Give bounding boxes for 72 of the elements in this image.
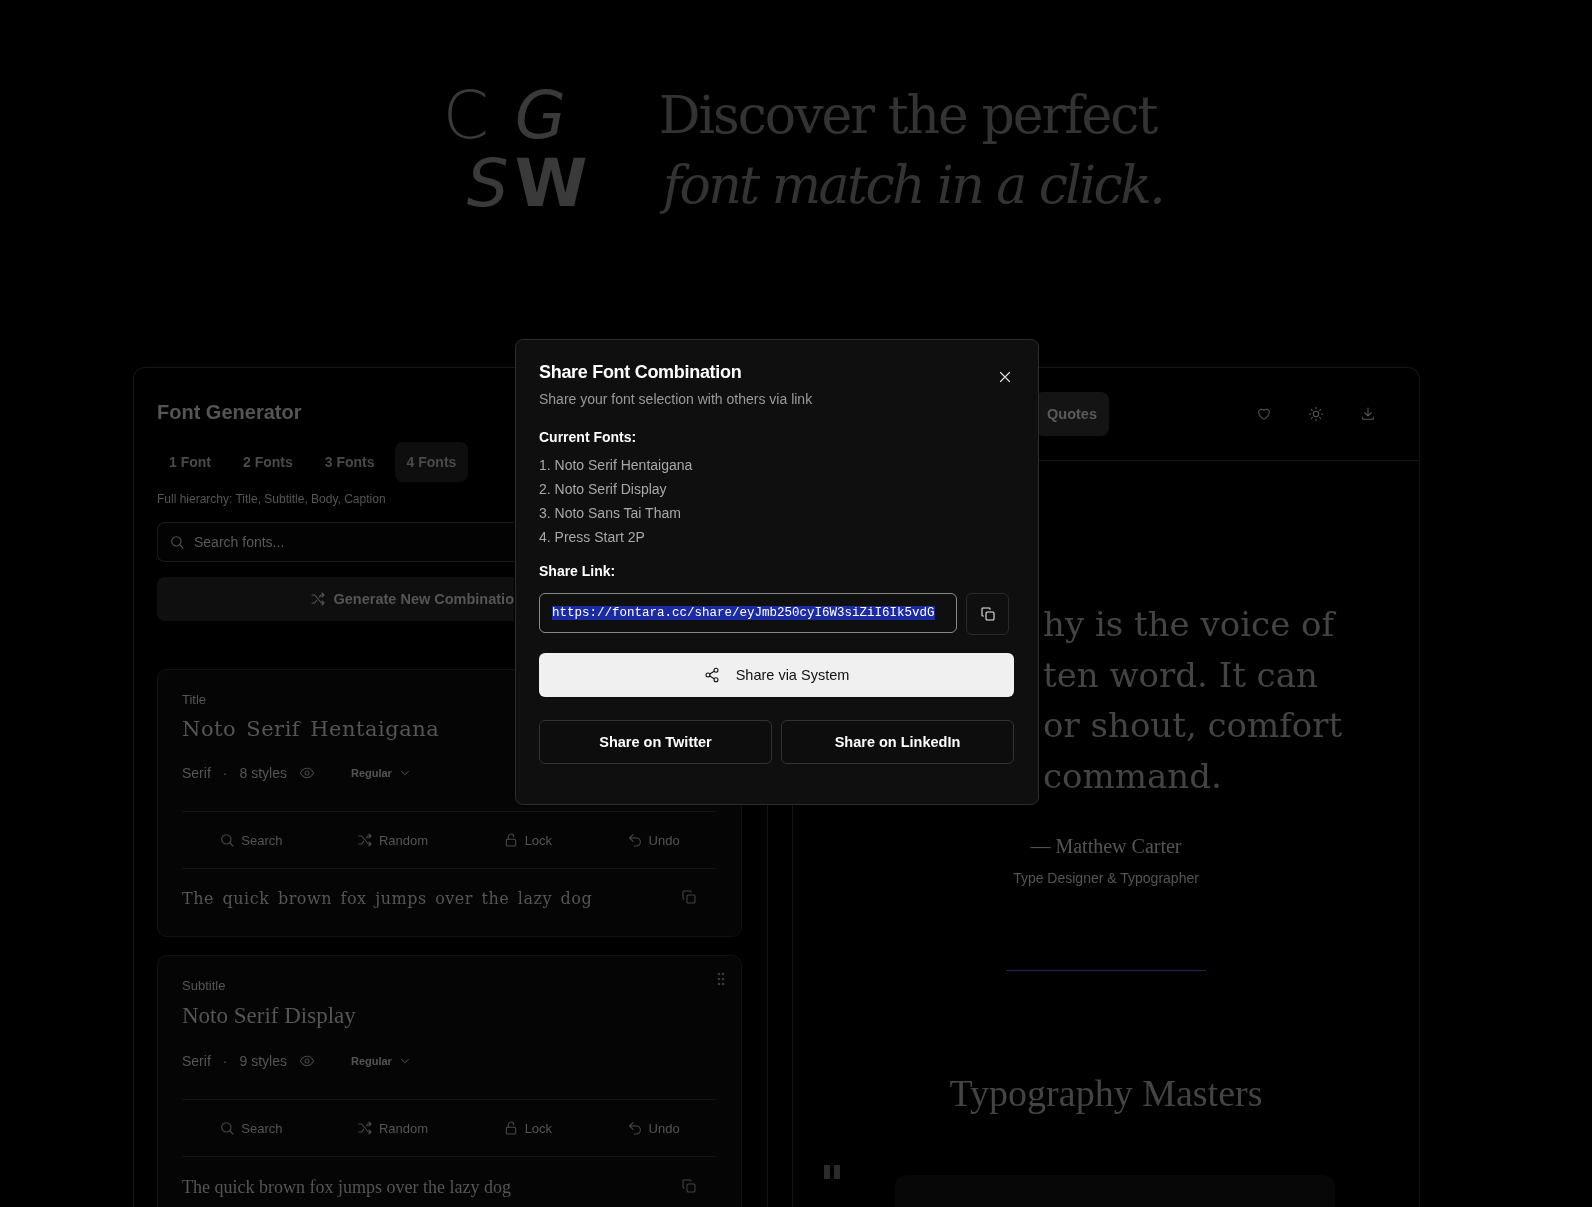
quote-line: command. (1043, 754, 1222, 798)
tab[interactable]: 3 Fonts (312, 442, 387, 482)
action-button[interactable]: Lock (496, 831, 559, 849)
weight-dropdown[interactable]: Regular (344, 765, 418, 781)
font-list-item: 1. Noto Serif Hentaigana (539, 456, 694, 475)
copy-icon (681, 1178, 697, 1194)
font-name: Noto Serif Hentaigana (182, 717, 440, 741)
role-label: Title (182, 692, 207, 707)
heart-icon (1256, 406, 1272, 422)
author-role: Type Designer & Typographer (1013, 870, 1199, 886)
tab[interactable]: 2 Fonts (231, 442, 305, 482)
shuffle-icon (356, 1120, 373, 1136)
copy-icon (979, 606, 996, 622)
action-button[interactable]: Undo (620, 831, 686, 849)
share-icon (703, 667, 720, 683)
font-category: Serif (182, 1053, 211, 1069)
eye-icon (298, 765, 315, 781)
quote-line: or shout, comfort (1043, 704, 1343, 747)
quote-mark-icon (823, 1165, 843, 1179)
style-count: 9 styles (239, 1053, 287, 1069)
action-button[interactable]: Undo (620, 1119, 686, 1137)
sun-icon (1308, 406, 1324, 422)
share-button[interactable]: Share on Twitter (539, 720, 772, 764)
action-button[interactable]: Random (350, 831, 435, 849)
separator: · (222, 1053, 228, 1069)
share-system-button[interactable]: Share via System (539, 653, 1014, 697)
drag-handle-icon[interactable] (717, 972, 725, 986)
weight-dropdown[interactable]: Regular (344, 1053, 418, 1069)
hint-text: Full hierarchy: Title, Subtitle, Body, Caption (157, 492, 386, 506)
style-count: 8 styles (239, 765, 287, 781)
action-button[interactable]: Lock (496, 1119, 559, 1137)
link-field[interactable]: https://fontara.cc/share/eyJmb250cyI6W3siZiI6Ik5vdG (539, 593, 957, 633)
undo-icon (626, 1120, 643, 1136)
share-button[interactable]: Share on LinkedIn (781, 720, 1014, 764)
font-category: Serif (182, 765, 211, 781)
shuffle-icon (356, 832, 373, 848)
logo-letter: S (466, 150, 509, 218)
font-list-item: 3. Noto Sans Tai Tham (539, 504, 682, 523)
download-icon (1360, 406, 1376, 422)
font-list-item: 4. Press Start 2P (539, 528, 646, 547)
search-icon (219, 832, 236, 848)
search-field[interactable]: Search fonts... (157, 522, 514, 562)
action-button[interactable]: Random (350, 1119, 435, 1137)
dialog-title: Share Font Combination (539, 362, 743, 383)
quote-line: ten word. It can (1043, 653, 1318, 697)
undo-icon (626, 832, 643, 848)
quote-author: — Matthew Carter (1030, 835, 1182, 858)
search-icon (219, 1120, 236, 1136)
section-label: Current Fonts: (539, 429, 638, 445)
role-label: Subtitle (182, 978, 226, 993)
sample-text: The quick brown fox jumps over the lazy dog (182, 1177, 511, 1198)
copy-button[interactable] (966, 593, 1009, 635)
action-button[interactable]: Search (213, 1119, 289, 1137)
logo-letter: C (442, 82, 489, 150)
quote-line: hy is the voice of (1043, 603, 1335, 646)
logo-letter: G (514, 82, 566, 150)
generate-button[interactable]: Generate New Combinatio (157, 577, 514, 621)
section-label: Share Link: (539, 563, 617, 579)
section-title: Typography Masters (949, 1071, 1263, 1115)
font-list-item: 2. Noto Serif Display (539, 480, 668, 499)
separator: · (222, 765, 228, 781)
logo-letter: W (514, 150, 588, 218)
sample-text: The quick brown fox jumps over the lazy dog (182, 889, 593, 908)
dialog-subtitle: Share your font selection with others via link (539, 391, 813, 407)
action-button[interactable]: Search (213, 831, 289, 849)
shuffle-icon (309, 591, 326, 607)
panel-title: Font Generator (157, 400, 302, 425)
font-name: Noto Serif Display (182, 1003, 356, 1029)
tab[interactable]: 1 Font (157, 442, 223, 482)
tab[interactable]: 4 Fonts (394, 442, 469, 482)
eye-icon (298, 1053, 315, 1069)
copy-icon (681, 889, 697, 905)
